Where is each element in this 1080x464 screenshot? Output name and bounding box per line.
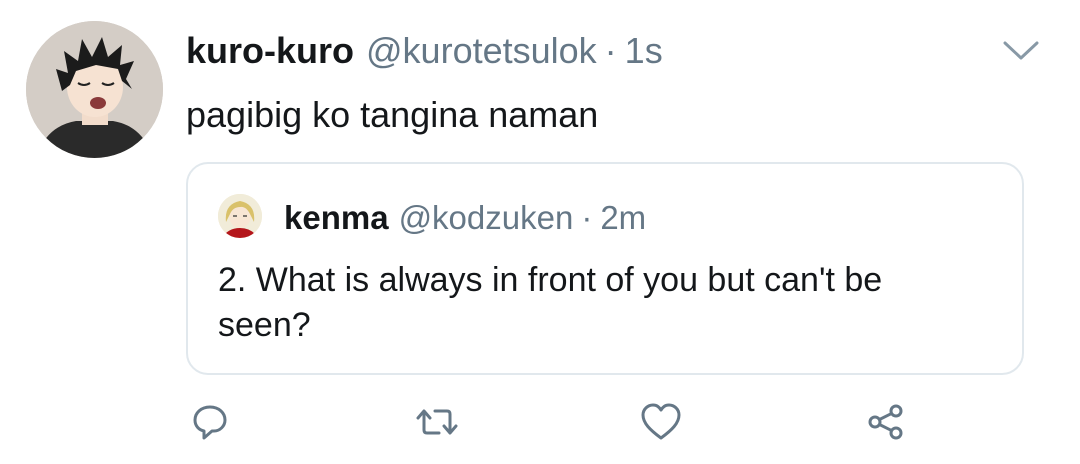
- share-icon: [868, 404, 903, 440]
- quoted-author-avatar[interactable]: [218, 194, 262, 238]
- share-button[interactable]: [862, 398, 910, 446]
- quoted-author-display-name[interactable]: kenma: [284, 199, 389, 237]
- like-button[interactable]: [637, 398, 685, 446]
- reply-icon: [193, 405, 227, 440]
- author-handle[interactable]: @kurotetsulok: [366, 30, 597, 72]
- chevron-down-icon: [1003, 41, 1039, 60]
- author-display-name[interactable]: kuro-kuro: [186, 30, 354, 72]
- retweet-button[interactable]: [413, 398, 461, 446]
- heart-icon: [641, 403, 681, 440]
- quoted-tweet-timestamp[interactable]: 2m: [600, 199, 646, 237]
- reply-button[interactable]: [186, 398, 234, 446]
- separator-dot: ·: [604, 30, 617, 71]
- quoted-tweet-text: 2. What is always in front of you but ca…: [218, 261, 883, 344]
- author-avatar[interactable]: [26, 21, 163, 158]
- retweet-icon: [416, 409, 458, 435]
- tweet-text: pagibig ko tangina naman: [186, 94, 599, 135]
- quoted-tweet[interactable]: kenma @kodzuken · 2m 2. What is always i…: [186, 162, 1024, 375]
- quoted-separator-dot: ·: [581, 199, 593, 236]
- tweet-timestamp[interactable]: 1s: [625, 30, 663, 72]
- tweet-menu-button[interactable]: [1000, 36, 1042, 66]
- quoted-author-handle[interactable]: @kodzuken: [399, 199, 574, 237]
- quoted-tweet-header: kenma @kodzuken · 2m: [284, 198, 646, 238]
- tweet[interactable]: kuro-kuro @kurotetsulok · 1s pagibig ko …: [0, 0, 1080, 464]
- tweet-header: kuro-kuro @kurotetsulok · 1s: [186, 26, 663, 76]
- tweet-actions: [0, 398, 1080, 446]
